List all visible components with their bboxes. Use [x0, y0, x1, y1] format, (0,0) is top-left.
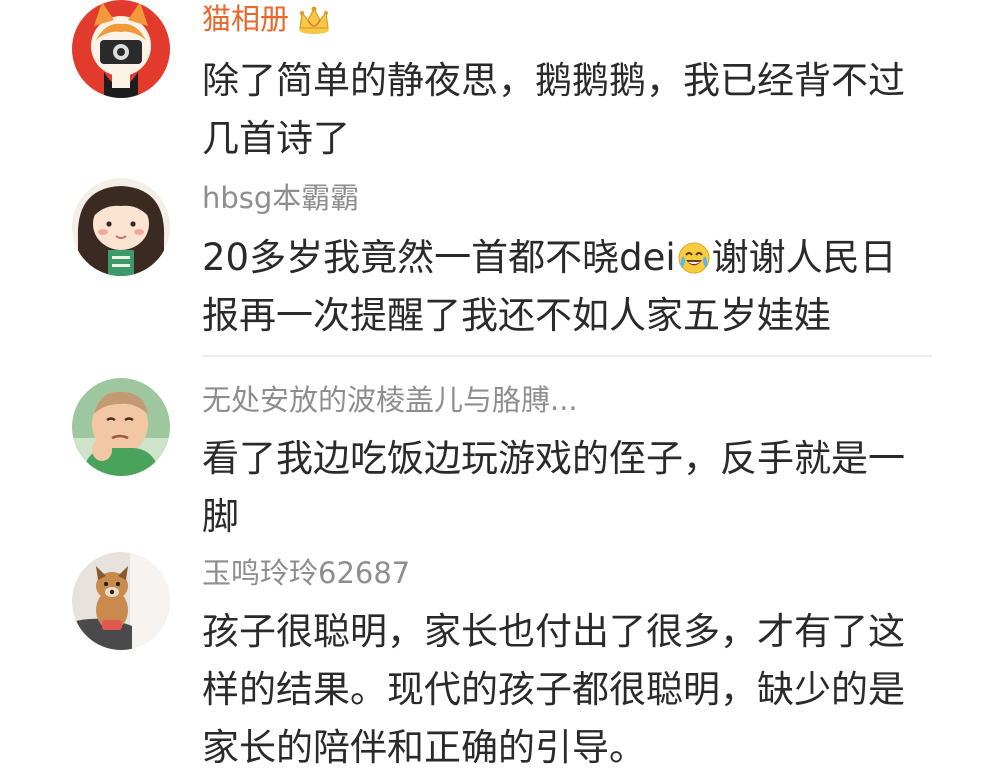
avatar-cat-image — [72, 0, 170, 98]
comment-line: 20多岁我竟然一首都不晓dei 谢谢人民日 — [202, 229, 932, 287]
comment-segment: 谢谢人民日 — [711, 236, 897, 279]
comment-line: 家长的陪伴和正确的引导。 — [202, 726, 646, 769]
username-label: 玉鸣玲玲62687 — [202, 556, 411, 590]
avatar-dog-image — [72, 552, 170, 650]
avatar[interactable] — [72, 378, 170, 476]
comment-line: 孩子很聪明，家长也付出了很多，才有了这 — [202, 610, 905, 653]
laughing-crying-emoji-icon — [677, 241, 711, 275]
username[interactable]: 无处安放的波棱盖儿与胳膊... — [202, 383, 578, 417]
username[interactable]: 猫相册 — [202, 2, 331, 36]
comment-list: 猫相册 除了简单的静夜思，鹅鹅鹅，我已经背不过 几首诗了 hbsg本霸霸 20多… — [0, 0, 1000, 769]
username[interactable]: 玉鸣玲玲62687 — [202, 556, 410, 590]
comment-line: 几首诗了 — [202, 117, 350, 160]
username-label: 猫相册 — [202, 2, 290, 36]
comment-text: 20多岁我竟然一首都不晓dei 谢谢人民日 报再一次提醒了我还不如人家五岁娃娃 — [202, 229, 932, 345]
comment-line: 样的结果。现代的孩子都很聪明，缺少的是 — [202, 668, 905, 711]
avatar[interactable] — [72, 0, 170, 98]
comment-line: 报再一次提醒了我还不如人家五岁娃娃 — [202, 294, 831, 337]
avatar-girl-image — [72, 178, 170, 276]
avatar[interactable] — [72, 552, 170, 650]
avatar-baby-image — [72, 378, 170, 476]
username-label: hbsg本霸霸 — [202, 181, 360, 215]
comment-line: 看了我边吃饭边玩游戏的侄子，反手就是一 — [202, 437, 905, 480]
username[interactable]: hbsg本霸霸 — [202, 181, 359, 215]
comment-segment: 20多岁我竟然一首都不晓dei — [202, 236, 676, 279]
comment-line: 除了简单的静夜思，鹅鹅鹅，我已经背不过 — [202, 59, 905, 102]
divider — [202, 355, 932, 357]
username-label: 无处安放的波棱盖儿与胳膊... — [202, 383, 578, 417]
comment-text: 除了简单的静夜思，鹅鹅鹅，我已经背不过 几首诗了 — [202, 52, 932, 168]
comment-line: 脚 — [202, 495, 239, 538]
crown-icon — [297, 4, 331, 34]
comment-text: 孩子很聪明，家长也付出了很多，才有了这 样的结果。现代的孩子都很聪明，缺少的是 … — [202, 603, 932, 777]
avatar[interactable] — [72, 178, 170, 276]
comment-text: 看了我边吃饭边玩游戏的侄子，反手就是一 脚 — [202, 430, 932, 546]
